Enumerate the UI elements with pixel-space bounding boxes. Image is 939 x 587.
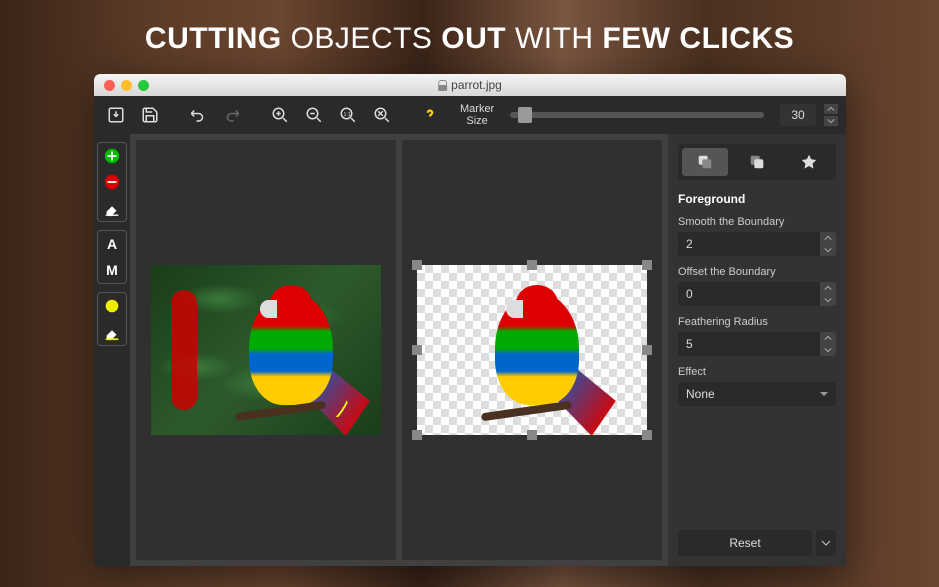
- zoom-in-button[interactable]: [266, 101, 294, 129]
- smooth-input[interactable]: 2: [678, 232, 820, 256]
- help-button[interactable]: [416, 101, 444, 129]
- app-window: parrot.jpg 1:1 Marker Size 30: [94, 74, 846, 566]
- marker-size-label: Marker Size: [460, 103, 494, 127]
- result-pane[interactable]: [402, 140, 662, 560]
- smooth-step-up[interactable]: [820, 232, 836, 244]
- offset-step-down[interactable]: [820, 294, 836, 306]
- redo-button[interactable]: [218, 101, 246, 129]
- offset-label: Offset the Boundary: [678, 266, 836, 278]
- remove-marker-tool[interactable]: [98, 169, 126, 195]
- svg-text:1:1: 1:1: [344, 112, 351, 118]
- tab-favorites[interactable]: [786, 148, 832, 176]
- handle-bot-mid[interactable]: [527, 430, 537, 440]
- handle-bot-left[interactable]: [412, 430, 422, 440]
- parrot-subject: [221, 277, 361, 427]
- stepper-up[interactable]: [824, 104, 838, 114]
- crop-handles: [412, 260, 652, 440]
- effect-label: Effect: [678, 366, 836, 378]
- zoom-actual-button[interactable]: 1:1: [334, 101, 362, 129]
- feather-label: Feathering Radius: [678, 316, 836, 328]
- workspace: A M: [94, 134, 846, 566]
- handle-bot-right[interactable]: [642, 430, 652, 440]
- handle-top-mid[interactable]: [527, 260, 537, 270]
- handle-top-right[interactable]: [642, 260, 652, 270]
- window-title: parrot.jpg: [438, 78, 502, 92]
- mode-m-button[interactable]: M: [98, 257, 126, 283]
- minimize-button[interactable]: [121, 80, 132, 91]
- properties-panel: Foreground Smooth the Boundary 2 Offset …: [668, 134, 846, 566]
- reset-row: Reset: [678, 530, 836, 556]
- zoom-fit-button[interactable]: [368, 101, 396, 129]
- promo-banner: CUTTING OBJECTS OUT WITH FEW CLICKS: [0, 0, 939, 74]
- slider-handle[interactable]: [518, 107, 532, 123]
- effect-select[interactable]: None: [678, 382, 836, 406]
- reset-button[interactable]: Reset: [678, 530, 812, 556]
- save-button[interactable]: [136, 101, 164, 129]
- zoom-out-button[interactable]: [300, 101, 328, 129]
- handle-mid-right[interactable]: [642, 345, 652, 355]
- yellow-eraser-tool[interactable]: [98, 319, 126, 345]
- panel-tabs: [678, 144, 836, 180]
- main-toolbar: 1:1 Marker Size 30: [94, 96, 846, 134]
- mode-a-button[interactable]: A: [98, 231, 126, 257]
- offset-step-up[interactable]: [820, 282, 836, 294]
- close-button[interactable]: [104, 80, 115, 91]
- panel-heading: Foreground: [678, 192, 836, 206]
- handle-mid-left[interactable]: [412, 345, 422, 355]
- titlebar: parrot.jpg: [94, 74, 846, 96]
- smooth-label: Smooth the Boundary: [678, 216, 836, 228]
- add-marker-tool[interactable]: [98, 143, 126, 169]
- source-pane[interactable]: [136, 140, 396, 560]
- effect-field: Effect None: [678, 366, 836, 406]
- undo-button[interactable]: [184, 101, 212, 129]
- smooth-field: Smooth the Boundary 2: [678, 216, 836, 256]
- result-image: [417, 265, 647, 435]
- offset-input[interactable]: 0: [678, 282, 820, 306]
- offset-field: Offset the Boundary 0: [678, 266, 836, 306]
- source-image: [151, 265, 381, 435]
- maximize-button[interactable]: [138, 80, 149, 91]
- feather-field: Feathering Radius 5: [678, 316, 836, 356]
- stepper-down[interactable]: [824, 116, 838, 126]
- feather-step-up[interactable]: [820, 332, 836, 344]
- handle-top-left[interactable]: [412, 260, 422, 270]
- eraser-tool[interactable]: [98, 195, 126, 221]
- tab-background[interactable]: [734, 148, 780, 176]
- tool-sidebar: A M: [94, 134, 130, 566]
- yellow-marker-tool[interactable]: [98, 293, 126, 319]
- tab-foreground[interactable]: [682, 148, 728, 176]
- import-button[interactable]: [102, 101, 130, 129]
- selection-outline: [221, 277, 361, 427]
- smooth-step-down[interactable]: [820, 244, 836, 256]
- canvas-area: [130, 134, 668, 566]
- marker-size-value[interactable]: 30: [780, 104, 816, 126]
- lock-icon: [438, 81, 447, 90]
- marker-size-stepper: [824, 103, 838, 127]
- remove-marker-stroke: [171, 290, 197, 410]
- feather-input[interactable]: 5: [678, 332, 820, 356]
- reset-menu-button[interactable]: [816, 530, 836, 556]
- traffic-lights: [104, 80, 149, 91]
- marker-size-slider[interactable]: [510, 112, 764, 118]
- feather-step-down[interactable]: [820, 344, 836, 356]
